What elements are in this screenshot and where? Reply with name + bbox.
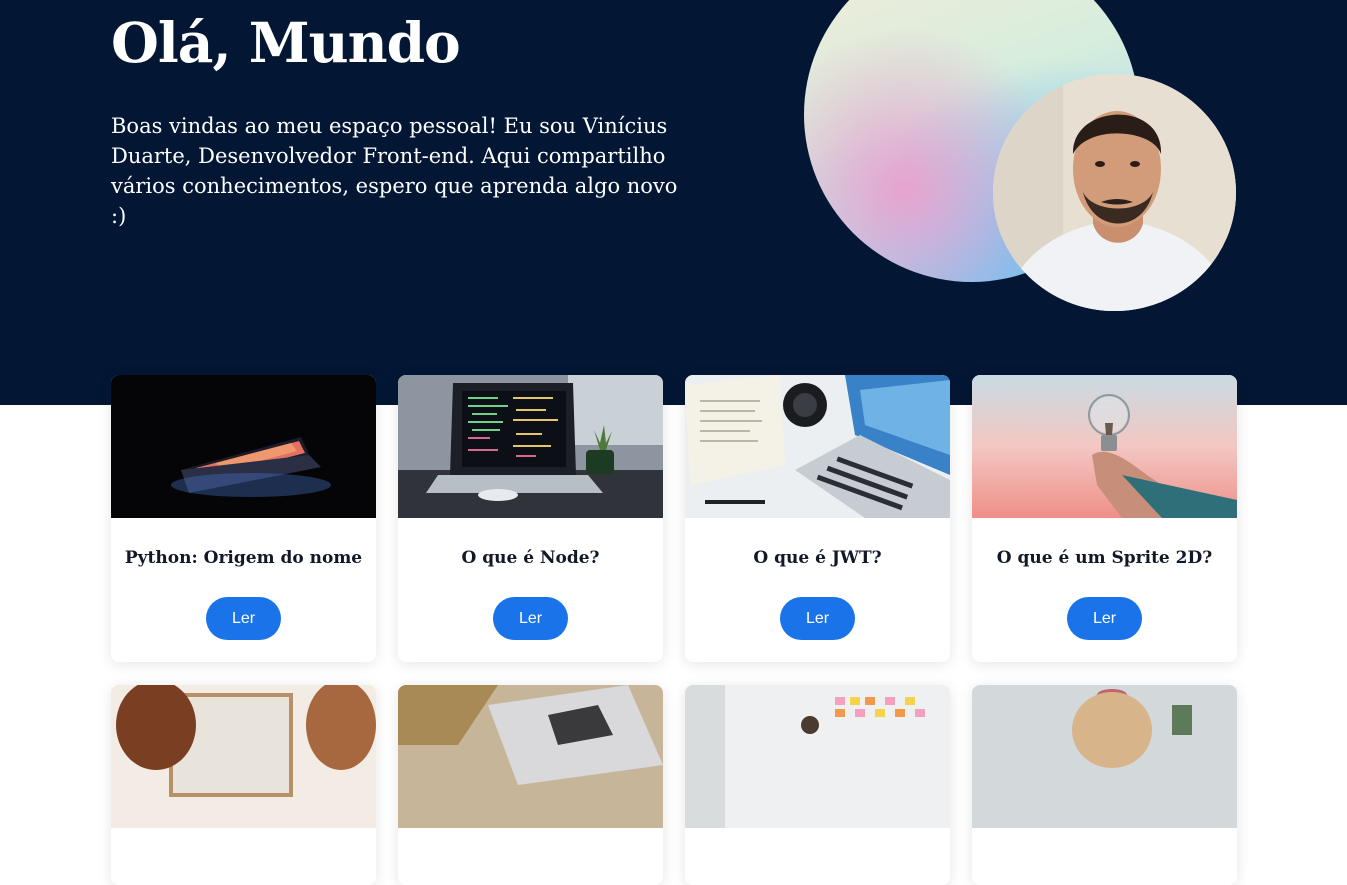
post-title: O que é um Sprite 2D? (996, 548, 1213, 568)
post-card (685, 685, 950, 885)
post-card: O que é um Sprite 2D? Ler (972, 375, 1237, 662)
post-title: Python: Origem do nome (124, 548, 363, 568)
post-thumbnail[interactable] (685, 685, 950, 828)
post-thumbnail[interactable] (685, 375, 950, 518)
post-thumbnail[interactable] (398, 685, 663, 828)
post-thumbnail[interactable] (972, 375, 1237, 518)
post-card: Python: Origem do nome Ler (111, 375, 376, 662)
hero-section: Olá, Mundo Boas vindas ao meu espaço pes… (0, 0, 1347, 405)
post-thumbnail[interactable] (972, 685, 1237, 828)
profile-photo (993, 74, 1236, 311)
post-thumbnail[interactable] (398, 375, 663, 518)
post-card: O que é Node? Ler (398, 375, 663, 662)
post-title: O que é JWT? (753, 548, 882, 568)
hero-title: Olá, Mundo (111, 10, 461, 75)
post-card (111, 685, 376, 885)
post-thumbnail[interactable] (111, 375, 376, 518)
hero-intro-text: Boas vindas ao meu espaço pessoal! Eu so… (111, 114, 678, 228)
read-button[interactable]: Ler (1067, 597, 1142, 640)
read-button[interactable]: Ler (780, 597, 855, 640)
post-title: O que é Node? (461, 548, 600, 568)
read-button[interactable]: Ler (206, 597, 281, 640)
read-button[interactable]: Ler (493, 597, 568, 640)
post-card: O que é JWT? Ler (685, 375, 950, 662)
post-card (972, 685, 1237, 885)
post-thumbnail[interactable] (111, 685, 376, 828)
post-card (398, 685, 663, 885)
